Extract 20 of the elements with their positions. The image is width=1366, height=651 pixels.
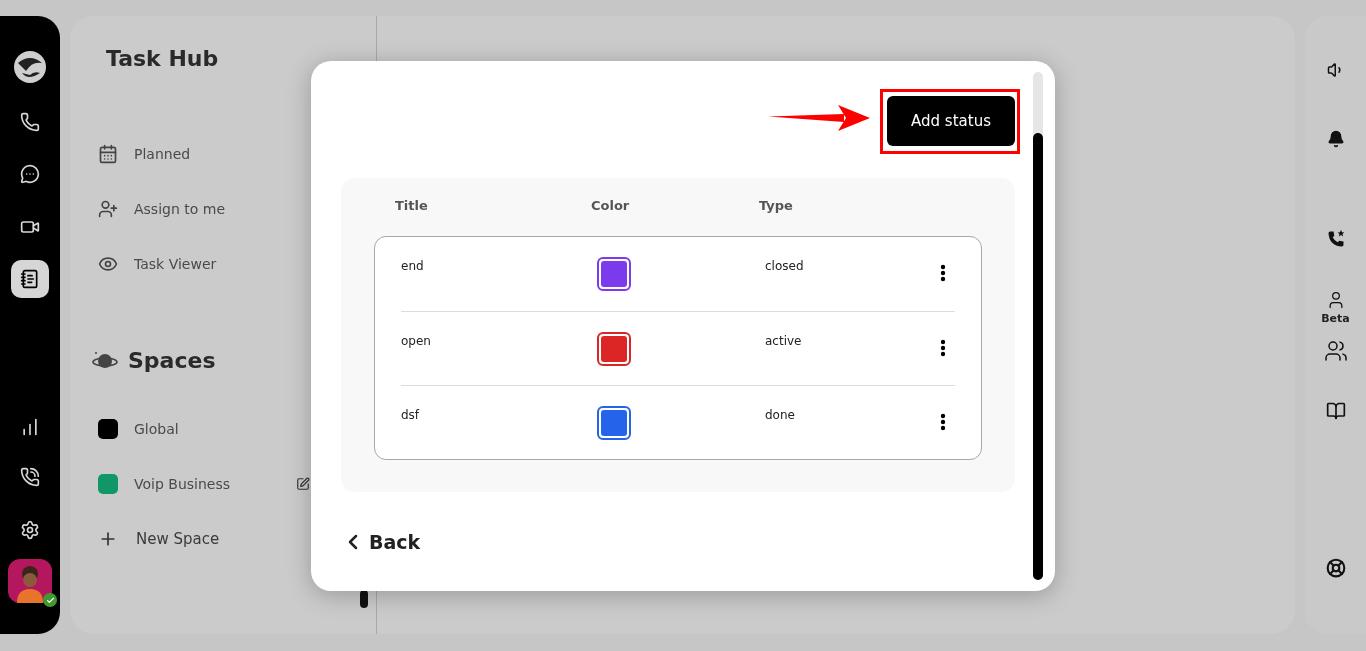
column-header: Type [759,198,794,215]
column-header: Title [395,198,429,215]
status-type: active [765,334,802,348]
space-name[interactable]: Global [134,421,179,437]
beta-label: Beta [1321,312,1350,325]
column-header: Color [591,198,631,215]
status-title: open [401,334,431,348]
status-title: dsf [401,408,420,422]
status-type: done [765,408,795,422]
space-name[interactable]: Voip Business [134,476,231,492]
back-button[interactable]: Back [341,530,421,554]
new-space-link[interactable]: New Space [136,530,220,548]
status-type: closed [765,259,804,273]
section-title: Spaces [128,348,216,373]
menu-item[interactable]: Assign to me [134,201,226,217]
status-title: end [401,259,424,273]
add-status-button[interactable]: Add status [887,96,1015,146]
menu-item[interactable]: Planned [134,146,191,162]
panel-title: Task Hub [106,46,220,73]
menu-item[interactable]: Task Viewer [134,256,217,272]
